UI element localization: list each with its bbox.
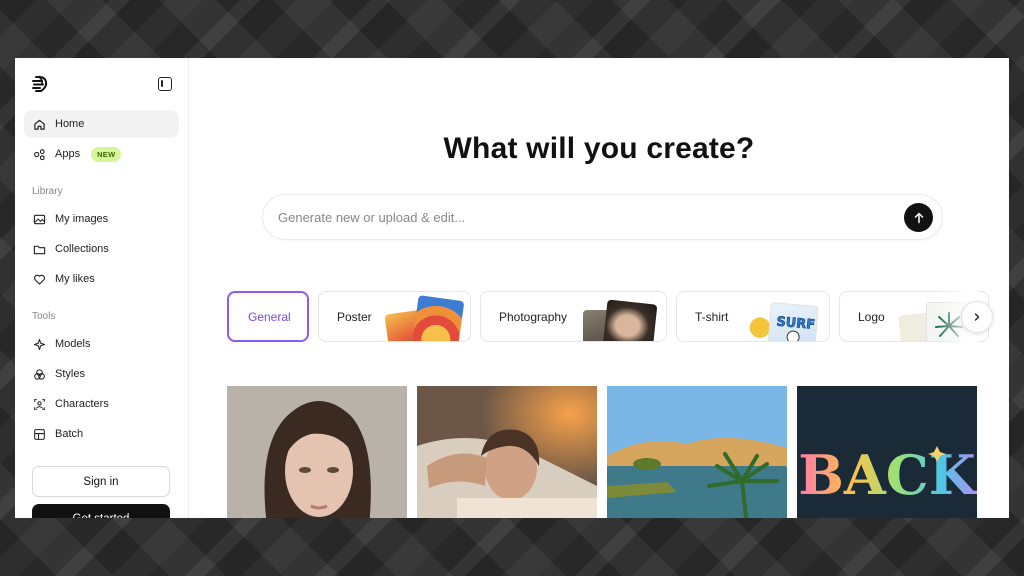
home-icon (34, 119, 45, 130)
sidebar-item-label: Home (55, 118, 85, 130)
svg-text:SURF: SURF (776, 315, 816, 333)
characters-icon (34, 398, 45, 410)
sidebar-item-models[interactable]: Models (24, 330, 179, 358)
sidebar-item-label: Styles (55, 368, 85, 380)
new-badge: NEW (91, 146, 122, 162)
gallery-lettering-text: BACK (798, 443, 977, 507)
tshirt-thumbnail: SURF (767, 301, 819, 341)
sidebar-item-batch[interactable]: Batch (24, 420, 179, 448)
poster-thumbnail (411, 295, 465, 341)
category-strip: General Poster Photography T-shirt SURF (227, 291, 989, 343)
section-label-tools: Tools (32, 311, 56, 322)
category-label: General (248, 310, 291, 324)
app-window: Home Apps NEW Library My images Collecti… (15, 58, 1009, 518)
section-label-library: Library (32, 186, 63, 197)
folder-icon (33, 245, 46, 254)
images-icon (33, 214, 46, 224)
get-started-button[interactable]: Get started (32, 504, 170, 518)
sidebar-item-home[interactable]: Home (24, 110, 179, 138)
apps-icon (34, 148, 45, 160)
sparkle-icon (33, 338, 46, 350)
sidebar-item-my-images[interactable]: My images (24, 205, 179, 233)
sidebar-item-label: My images (55, 213, 109, 225)
styles-icon (34, 368, 45, 380)
sidebar-item-label: Apps (55, 148, 81, 160)
sidebar-item-label: Models (55, 338, 91, 350)
sidebar-item-collections[interactable]: Collections (24, 235, 179, 263)
gallery-image-bedroom[interactable] (417, 386, 597, 518)
sidebar-item-label: Collections (55, 243, 109, 255)
category-tshirt[interactable]: T-shirt SURF (676, 291, 830, 342)
category-next-button[interactable] (961, 301, 993, 333)
gallery-image-landscape[interactable] (607, 386, 787, 518)
category-label: Poster (337, 310, 372, 324)
category-label: Photography (499, 310, 568, 324)
sidebar-header (24, 58, 179, 110)
main-content: What will you create? General Poster Pho… (189, 58, 1009, 518)
brand-logo-icon[interactable] (31, 74, 51, 94)
page-title: What will you create? (443, 132, 755, 165)
sidebar-item-my-likes[interactable]: My likes (24, 265, 179, 293)
sign-in-button[interactable]: Sign in (32, 466, 170, 497)
category-label: T-shirt (695, 310, 729, 324)
sidebar-toggle-icon[interactable] (158, 77, 172, 91)
sidebar-item-apps[interactable]: Apps NEW (24, 140, 179, 168)
photo-thumbnail (602, 299, 658, 341)
sidebar-item-label: My likes (55, 273, 95, 285)
sidebar-item-characters[interactable]: Characters (24, 390, 179, 418)
chevron-right-icon (974, 313, 980, 321)
gallery-image-lettering[interactable]: BACK (797, 386, 977, 518)
sidebar-item-styles[interactable]: Styles (24, 360, 179, 388)
arrow-up-icon (914, 212, 923, 223)
heart-icon (34, 274, 45, 285)
prompt-input[interactable] (278, 195, 878, 239)
category-poster[interactable]: Poster (318, 291, 471, 342)
batch-icon (34, 428, 45, 440)
sidebar-item-label: Batch (55, 428, 84, 440)
submit-button[interactable] (904, 203, 933, 232)
category-general[interactable]: General (227, 291, 309, 342)
gallery-image-portrait[interactable] (227, 386, 407, 518)
prompt-bar (262, 194, 943, 240)
category-label: Logo (858, 310, 885, 324)
sidebar: Home Apps NEW Library My images Collecti… (15, 58, 189, 518)
sidebar-item-label: Characters (55, 398, 109, 410)
category-photography[interactable]: Photography (480, 291, 667, 342)
